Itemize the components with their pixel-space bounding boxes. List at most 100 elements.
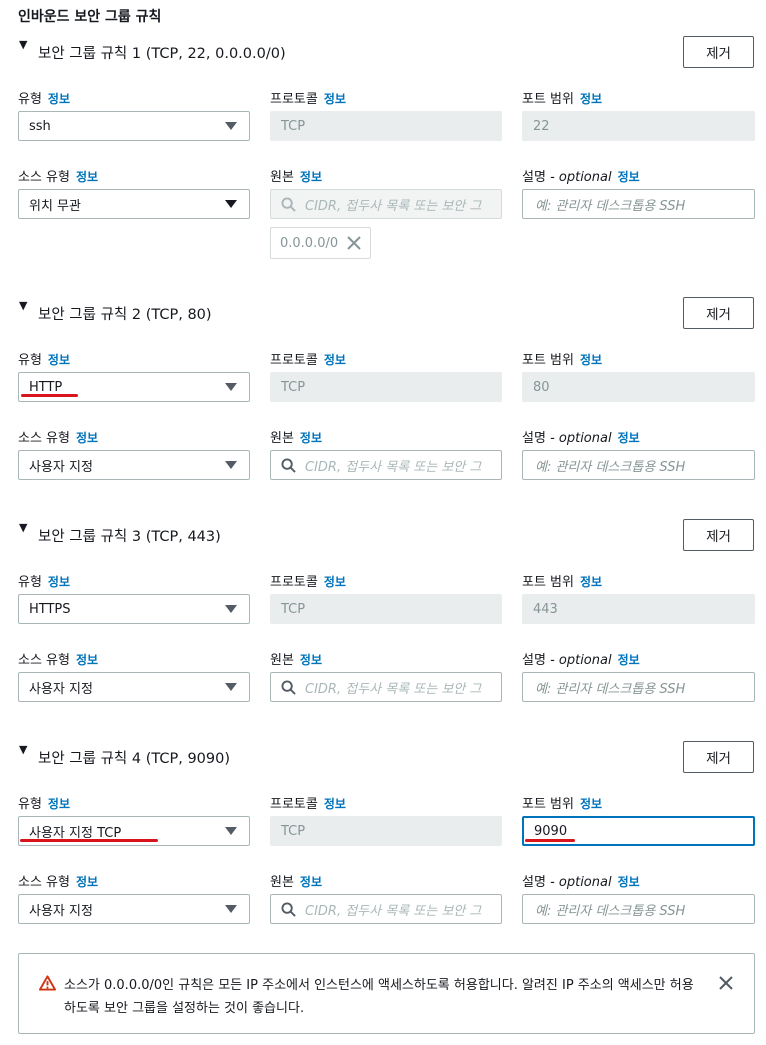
dropdown-caret-icon [225,383,237,391]
dropdown-caret-icon [225,461,237,469]
remove-button[interactable]: 제거 [683,741,754,773]
info-link[interactable]: 정보 [618,875,640,889]
remove-button[interactable]: 제거 [683,519,754,551]
source-search-input[interactable]: CIDR, 접두사 목록 또는 보안 그 [270,894,502,924]
source-type-label: 소스 유형 정보 [18,875,99,890]
remove-button[interactable]: 제거 [683,297,754,329]
info-link[interactable]: 정보 [580,797,602,811]
description-label: 설명 - optional 정보 [522,875,640,890]
info-link[interactable]: 정보 [300,875,322,889]
source-label: 원본 정보 [270,875,323,890]
info-link[interactable]: 정보 [76,431,98,445]
rule-title[interactable]: 보안 그룹 규칙 2 (TCP, 80) [38,303,212,324]
source-type-label: 소스 유형 정보 [18,170,99,185]
info-link[interactable]: 정보 [618,431,640,445]
expand-caret-icon[interactable]: ▼ [19,299,27,312]
dropdown-caret-icon [225,683,237,691]
info-link[interactable]: 정보 [618,653,640,667]
security-group-rule-2: ▼ 보안 그룹 규칙 2 (TCP, 80) 제거 유형 정보 프로토콜 정보 포트… [0,297,766,527]
rule-header: ▼ 보안 그룹 규칙 3 (TCP, 443) 제거 [18,519,758,551]
type-select[interactable]: HTTPS [18,594,250,624]
description-input[interactable]: 예: 관리자 데스크톱용 SSH [522,450,755,480]
source-label: 원본 정보 [270,431,323,446]
source-type-label: 소스 유형 정보 [18,653,99,668]
info-link[interactable]: 정보 [48,575,70,589]
expand-caret-icon[interactable]: ▼ [19,743,27,756]
rule-title[interactable]: 보안 그룹 규칙 3 (TCP, 443) [38,525,221,546]
type-select[interactable]: ssh [18,111,250,141]
dropdown-caret-icon [225,200,237,208]
info-link[interactable]: 정보 [324,92,346,106]
rule-header: ▼ 보안 그룹 규칙 2 (TCP, 80) 제거 [18,297,758,329]
protocol-field: TCP [270,111,502,141]
type-label: 유형 정보 [18,575,71,590]
search-icon [281,679,296,695]
port-range-label: 포트 범위 정보 [522,353,603,368]
info-link[interactable]: 정보 [76,653,98,667]
source-type-select[interactable]: 위치 무관 [18,189,250,219]
info-link[interactable]: 정보 [324,353,346,367]
info-link[interactable]: 정보 [300,170,322,184]
dropdown-caret-icon [225,605,237,613]
description-input[interactable]: 예: 관리자 데스크톱용 SSH [522,189,755,219]
info-link[interactable]: 정보 [580,92,602,106]
protocol-field: TCP [270,372,502,402]
port-range-label: 포트 범위 정보 [522,797,603,812]
source-type-select[interactable]: 사용자 지정 [18,672,250,702]
dropdown-caret-icon [225,827,237,835]
remove-token-icon[interactable] [347,236,361,250]
type-select[interactable]: HTTP [18,372,250,402]
rule-header: ▼ 보안 그룹 규칙 4 (TCP, 9090) 제거 [18,741,758,773]
protocol-field: TCP [270,594,502,624]
security-group-rule-3: ▼ 보안 그룹 규칙 3 (TCP, 443) 제거 유형 정보 프로토콜 정보 포… [0,519,766,749]
expand-caret-icon[interactable]: ▼ [19,521,27,534]
protocol-field: TCP [270,816,502,846]
source-type-select[interactable]: 사용자 지정 [18,894,250,924]
source-search-input[interactable]: CIDR, 접두사 목록 또는 보안 그 [270,450,502,480]
protocol-label: 프로토콜 정보 [270,353,346,368]
info-link[interactable]: 정보 [324,575,346,589]
annotation-underline [20,839,158,842]
section-title: 인바운드 보안 그룹 규칙 [18,9,162,25]
description-label: 설명 - optional 정보 [522,653,640,668]
port-range-field: 22 [522,111,755,141]
type-label: 유형 정보 [18,797,71,812]
info-link[interactable]: 정보 [324,797,346,811]
rule-title[interactable]: 보안 그룹 규칙 1 (TCP, 22, 0.0.0.0/0) [38,42,286,63]
rule-title[interactable]: 보안 그룹 규칙 4 (TCP, 9090) [38,747,230,768]
source-label: 원본 정보 [270,653,323,668]
remove-button[interactable]: 제거 [683,36,754,68]
source-type-select[interactable]: 사용자 지정 [18,450,250,480]
annotation-underline [525,839,575,842]
alert-message: 소스가 0.0.0.0/0인 규칙은 모든 IP 주소에서 인스턴스에 액세스하… [64,978,694,1016]
expand-caret-icon[interactable]: ▼ [19,38,27,51]
type-label: 유형 정보 [18,353,71,368]
info-link[interactable]: 정보 [580,575,602,589]
search-icon [281,196,296,212]
info-link[interactable]: 정보 [300,653,322,667]
info-link[interactable]: 정보 [76,875,98,889]
dropdown-caret-icon [225,905,237,913]
port-range-label: 포트 범위 정보 [522,92,603,107]
source-type-label: 소스 유형 정보 [18,431,99,446]
type-label: 유형 정보 [18,92,71,107]
security-group-rule-4: ▼ 보안 그룹 규칙 4 (TCP, 9090) 제거 유형 정보 프로토콜 정보 … [0,741,766,971]
info-link[interactable]: 정보 [300,431,322,445]
info-link[interactable]: 정보 [580,353,602,367]
info-link[interactable]: 정보 [48,797,70,811]
close-icon[interactable] [719,976,733,990]
port-range-field: 80 [522,372,755,402]
rule-header: ▼ 보안 그룹 규칙 1 (TCP, 22, 0.0.0.0/0) 제거 [18,36,758,68]
annotation-underline [21,394,78,397]
description-label: 설명 - optional 정보 [522,170,640,185]
info-link[interactable]: 정보 [76,170,98,184]
protocol-label: 프로토콜 정보 [270,575,346,590]
description-input[interactable]: 예: 관리자 데스크톱용 SSH [522,894,755,924]
source-label: 원본 정보 [270,170,323,185]
info-link[interactable]: 정보 [48,92,70,106]
source-search-input[interactable]: CIDR, 접두사 목록 또는 보안 그 [270,672,502,702]
info-link[interactable]: 정보 [48,353,70,367]
search-icon [281,457,296,473]
description-input[interactable]: 예: 관리자 데스크톱용 SSH [522,672,755,702]
info-link[interactable]: 정보 [618,170,640,184]
